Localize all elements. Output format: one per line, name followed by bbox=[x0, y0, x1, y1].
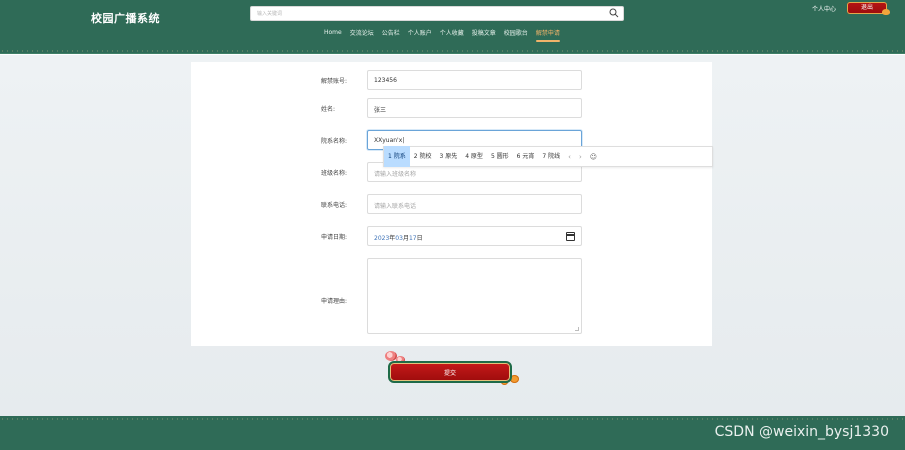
dept-label: 院系名称: bbox=[321, 138, 348, 145]
nav-account[interactable]: 个人账户 bbox=[408, 28, 432, 37]
date-label: 申请日期: bbox=[321, 234, 348, 241]
resize-handle[interactable] bbox=[575, 327, 579, 331]
account-value: 123456 bbox=[374, 77, 397, 84]
nav-favorites[interactable]: 个人收藏 bbox=[440, 28, 464, 37]
phone-field[interactable]: 请输入联系电话 bbox=[367, 194, 582, 214]
ime-candidate-6[interactable]: 6 元宵 bbox=[513, 146, 539, 167]
site-brand: 校园广播系统 bbox=[91, 12, 160, 25]
date-day-suffix: 日 bbox=[416, 235, 423, 242]
name-label: 姓名: bbox=[321, 106, 336, 113]
date-field[interactable]: 2023年03月17日 bbox=[367, 226, 582, 246]
row-date: 申请日期: 2023年03月17日 bbox=[191, 226, 712, 246]
row-phone: 联系电话: 请输入联系电话 bbox=[191, 194, 712, 214]
nav-articles[interactable]: 投稿文章 bbox=[472, 28, 496, 37]
name-field[interactable]: 张三 bbox=[367, 98, 582, 118]
header-dotted-border bbox=[0, 50, 905, 52]
nav-forum[interactable]: 交流论坛 bbox=[350, 28, 374, 37]
ime-candidate-1[interactable]: 1 院系 bbox=[384, 146, 410, 167]
nav-home[interactable]: Home bbox=[324, 29, 342, 36]
class-label: 班级名称: bbox=[321, 170, 348, 177]
ime-candidate-7[interactable]: 7 院线 bbox=[538, 146, 564, 167]
phone-placeholder: 请输入联系电话 bbox=[374, 203, 417, 210]
row-reason: 申请理由: bbox=[191, 258, 712, 334]
ime-candidate-bar: 1 院系 2 院校 3 原先 4 原型 5 圆形 6 元宵 7 院线 ‹ › ☺ bbox=[383, 146, 713, 167]
form-card: 解禁账号: 123456 姓名: 张三 院系名称: XXyuan'x| 班级名称… bbox=[191, 62, 712, 346]
search-input[interactable]: 输入关键词 bbox=[250, 6, 624, 21]
phone-label: 联系电话: bbox=[321, 202, 348, 209]
top-header: 校园广播系统 输入关键词 Home 交流论坛 公告栏 个人账户 个人收藏 投稿文… bbox=[0, 0, 905, 54]
reason-label: 申请理由: bbox=[321, 298, 348, 305]
nav-unban-request[interactable]: 解禁申请 bbox=[535, 28, 560, 42]
account-label: 解禁账号: bbox=[321, 78, 348, 85]
ime-prev-page-icon[interactable]: ‹ bbox=[564, 153, 575, 161]
logout-button[interactable]: 退出 bbox=[847, 2, 890, 15]
ime-emoji-icon[interactable]: ☺ bbox=[586, 153, 601, 161]
footer-dotted-border bbox=[0, 418, 905, 420]
csdn-watermark: CSDN @weixin_bysj1330 bbox=[714, 424, 889, 440]
nav-stage[interactable]: 校园歌台 bbox=[504, 28, 528, 37]
reason-textarea[interactable] bbox=[367, 258, 582, 334]
account-field[interactable]: 123456 bbox=[367, 70, 582, 90]
date-month: 03 bbox=[395, 235, 403, 242]
class-placeholder: 请输入班级名称 bbox=[374, 171, 417, 178]
row-name: 姓名: 张三 bbox=[191, 98, 712, 118]
date-year: 2023 bbox=[374, 235, 390, 242]
row-account: 解禁账号: 123456 bbox=[191, 70, 712, 90]
ime-candidate-2[interactable]: 2 院校 bbox=[410, 146, 436, 167]
dept-value: XXyuan'x| bbox=[374, 137, 405, 144]
ime-next-page-icon[interactable]: › bbox=[575, 153, 586, 161]
main-nav: Home 交流论坛 公告栏 个人账户 个人收藏 投稿文章 校园歌台 解禁申请 bbox=[324, 27, 560, 42]
submit-button[interactable]: 提交 bbox=[388, 361, 512, 383]
footer: CSDN @weixin_bysj1330 bbox=[0, 416, 905, 450]
date-day: 17 bbox=[408, 235, 417, 242]
search-icon[interactable] bbox=[609, 8, 619, 18]
ime-candidate-3[interactable]: 3 原先 bbox=[435, 146, 461, 167]
calendar-icon[interactable] bbox=[566, 232, 575, 241]
search-placeholder: 输入关键词 bbox=[257, 11, 283, 17]
ime-candidate-5[interactable]: 5 圆形 bbox=[487, 146, 513, 167]
user-center-link[interactable]: 个人中心 bbox=[812, 4, 836, 13]
date-value: 2023年03月17日 bbox=[374, 233, 423, 242]
ime-candidate-4[interactable]: 4 原型 bbox=[461, 146, 487, 167]
nav-notice[interactable]: 公告栏 bbox=[382, 28, 400, 37]
name-value: 张三 bbox=[374, 107, 387, 114]
